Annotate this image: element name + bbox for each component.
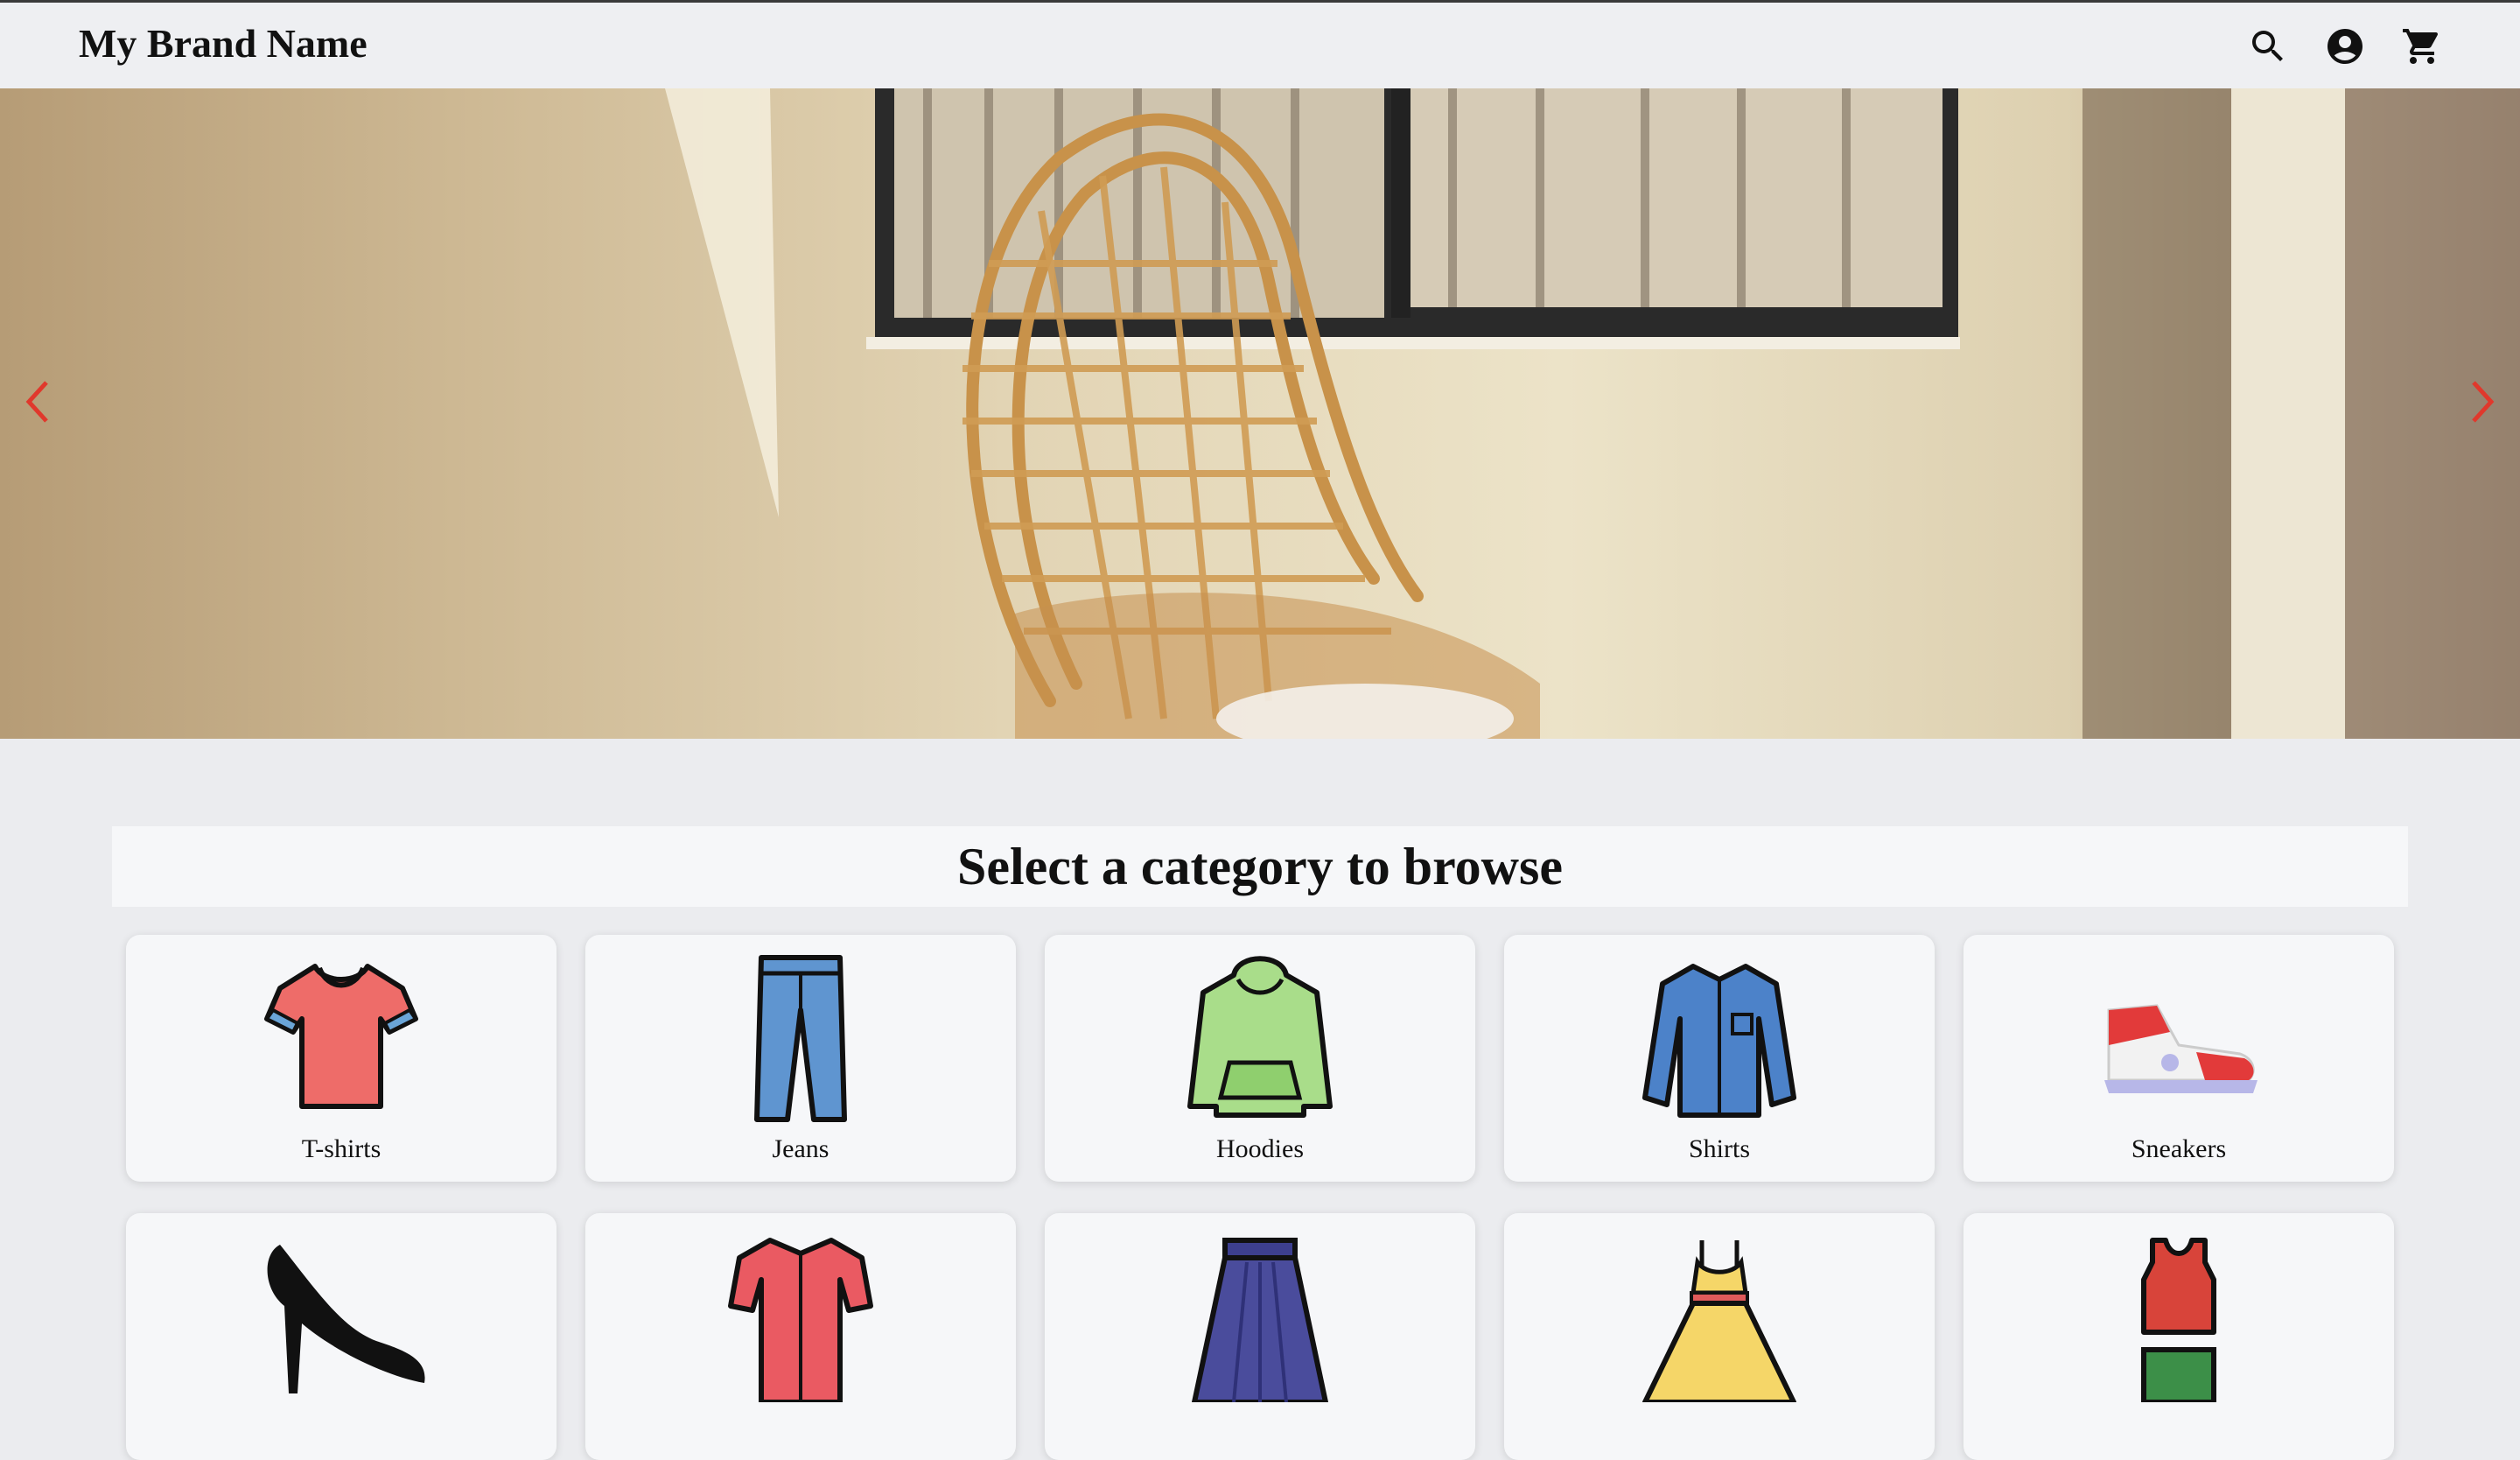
heels-icon <box>254 1227 429 1402</box>
dress-icon <box>1632 1227 1807 1402</box>
category-card-tshirts[interactable]: T-shirts <box>126 935 556 1182</box>
category-card-blouses[interactable] <box>585 1213 1016 1460</box>
search-icon[interactable] <box>2247 25 2289 67</box>
category-label: Hoodies <box>1216 1134 1304 1163</box>
category-label: Sneakers <box>2131 1134 2227 1163</box>
carousel-prev-button[interactable] <box>7 358 68 446</box>
chevron-right-icon <box>2472 381 2495 423</box>
cart-icon[interactable] <box>2401 25 2443 67</box>
category-card-sportswear[interactable] <box>1964 1213 2394 1460</box>
top-navbar: My Brand Name <box>0 0 2520 88</box>
shirt-icon <box>1632 949 1807 1124</box>
category-section-header: Select a category to browse <box>112 826 2408 907</box>
hero-carousel <box>0 88 2520 739</box>
account-icon[interactable] <box>2324 25 2366 67</box>
category-label: Shirts <box>1688 1134 1751 1163</box>
jeans-icon <box>713 949 888 1124</box>
category-label: T-shirts <box>301 1134 382 1163</box>
category-card-sneakers[interactable]: Sneakers <box>1964 935 2394 1182</box>
sportswear-icon <box>2091 1227 2266 1402</box>
hoodie-icon <box>1172 949 1348 1124</box>
header-actions <box>2247 25 2443 67</box>
chevron-left-icon <box>25 381 48 423</box>
category-card-dresses[interactable] <box>1504 1213 1935 1460</box>
category-card-hoodies[interactable]: Hoodies <box>1045 935 1475 1182</box>
blouse-icon <box>713 1227 888 1402</box>
sneaker-icon <box>2091 949 2266 1124</box>
category-card-shirts[interactable]: Shirts <box>1504 935 1935 1182</box>
skirt-icon <box>1172 1227 1348 1402</box>
category-card-heels[interactable] <box>126 1213 556 1460</box>
brand-name[interactable]: My Brand Name <box>79 20 368 67</box>
category-card-skirts[interactable] <box>1045 1213 1475 1460</box>
hero-image <box>665 88 2520 739</box>
category-card-jeans[interactable]: Jeans <box>585 935 1016 1182</box>
carousel-next-button[interactable] <box>2452 358 2513 446</box>
tshirt-icon <box>254 949 429 1124</box>
category-label: Jeans <box>772 1134 830 1163</box>
category-heading: Select a category to browse <box>957 837 1563 895</box>
